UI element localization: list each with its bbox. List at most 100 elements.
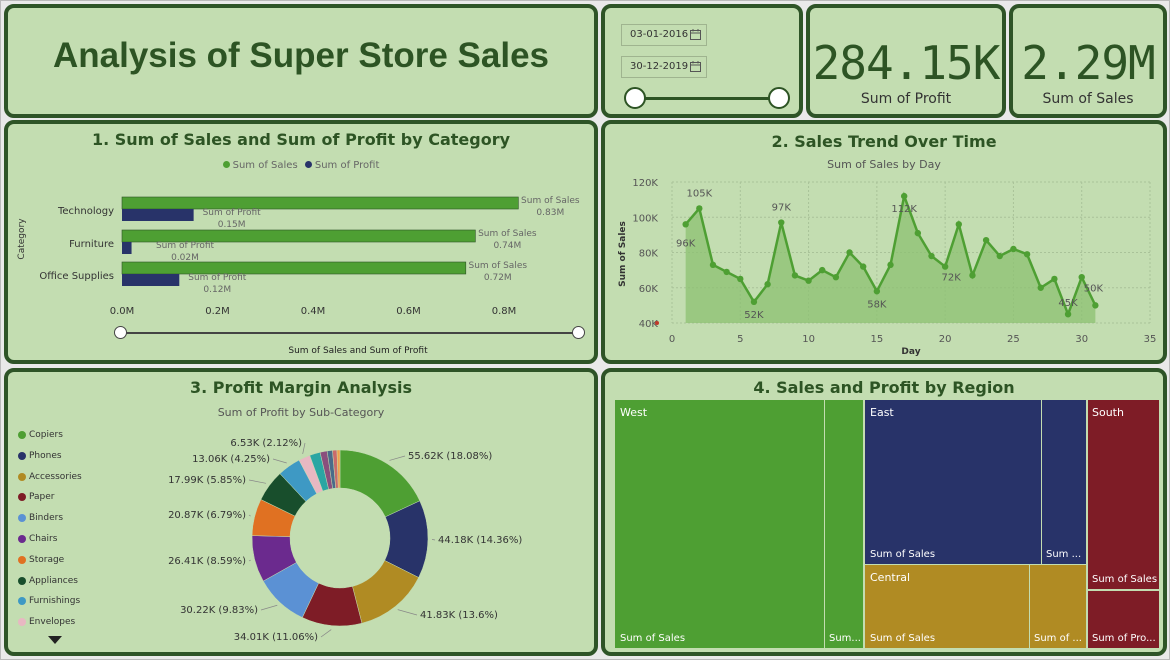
data-label: Sum of Sales: [521, 196, 580, 206]
data-label: 50K: [1084, 283, 1104, 294]
bar-sales: [121, 261, 467, 275]
data-point: [1023, 251, 1031, 258]
treemap-cell-west-sales[interactable]: West Sum of Sales: [615, 400, 825, 648]
data-point: [1037, 284, 1044, 291]
y-axis-title: Sum of Sales: [618, 221, 628, 287]
x-tick-label: 0.8M: [492, 306, 517, 317]
leader-line: [260, 604, 278, 611]
data-label: 34.01K (11.06%): [234, 632, 318, 643]
data-point: [737, 275, 744, 283]
data-point: [1064, 310, 1072, 318]
x-tick-label: 0.4M: [301, 306, 326, 317]
data-point: [928, 252, 935, 260]
data-label: 41.83K (13.6%): [420, 610, 498, 621]
data-point: [819, 266, 826, 274]
leader-line: [431, 539, 436, 541]
data-label: 20.87K (6.79%): [168, 510, 246, 521]
data-label: 0.15M: [218, 220, 246, 230]
value-range-end-handle[interactable]: [572, 326, 585, 339]
category-label: Office Supplies: [39, 271, 114, 282]
bar-sales: [121, 196, 519, 210]
calendar-icon[interactable]: [690, 61, 701, 72]
x-tick-label: 0.6M: [396, 306, 421, 317]
bar-profit: [122, 242, 132, 254]
data-point: [1051, 275, 1058, 283]
marker-dot: [655, 321, 659, 325]
date-range-start-handle[interactable]: [624, 87, 646, 109]
treemap-cell-east-profit[interactable]: Sum ...: [1042, 400, 1086, 564]
data-point: [723, 268, 730, 276]
region-label-west: West: [620, 406, 648, 419]
data-label: 52K: [744, 310, 764, 321]
bar-profit: [122, 274, 180, 286]
cell-measure-label: Sum of Sales: [870, 633, 936, 644]
cell-measure-label: Sum of Sales: [620, 633, 686, 644]
data-point: [709, 261, 717, 269]
data-point: [941, 263, 949, 270]
treemap-cell-central-profit[interactable]: Sum of ...: [1030, 565, 1086, 648]
date-range-end-handle[interactable]: [768, 87, 790, 109]
treemap: West Sum of Sales Sum... East Sum of Sal…: [615, 400, 1159, 648]
x-tick-label: 35: [1144, 334, 1157, 345]
calendar-icon[interactable]: [690, 29, 701, 40]
end-date-input[interactable]: 30-12-2019: [621, 56, 707, 78]
data-point: [900, 192, 908, 200]
treemap-cell-south-sales[interactable]: South Sum of Sales: [1087, 400, 1159, 590]
date-range-track[interactable]: [635, 97, 781, 100]
treemap-cell-west-profit[interactable]: Sum...: [825, 400, 863, 648]
leader-line: [248, 514, 251, 517]
x-tick-label: 15: [870, 334, 883, 345]
data-label: 72K: [941, 273, 961, 284]
kpi-card-sales: 2.29M Sum of Sales: [1009, 4, 1167, 118]
kpi-label: Sum of Sales: [1042, 91, 1134, 107]
data-label: 30.22K (9.83%): [180, 605, 258, 616]
data-point: [832, 273, 840, 281]
data-label: 0.72M: [484, 273, 512, 283]
cell-measure-label: Sum...: [829, 633, 861, 644]
x-tick-label: 20: [939, 334, 952, 345]
treemap-cell-south-profit[interactable]: Sum of Pro...: [1087, 591, 1159, 648]
sales-trend-chart: 40K 60K 80K 100K 120K 0 5 10 15 20 25 30 35 96K 105K 52…: [618, 178, 1157, 357]
x-tick-label: 0.2M: [205, 306, 230, 317]
data-label: 58K: [867, 299, 887, 310]
y-tick-label: 100K: [632, 213, 658, 224]
data-point: [750, 298, 758, 306]
category-label: Furniture: [69, 239, 114, 250]
value-range-track[interactable]: [120, 332, 580, 334]
x-tick-label: 0: [669, 334, 675, 345]
data-label: 45K: [1058, 298, 1078, 309]
data-label: 105K: [686, 188, 712, 199]
data-point: [873, 288, 881, 295]
data-label: 17.99K (5.85%): [168, 475, 246, 486]
treemap-cell-central-sales[interactable]: Central Sum of Sales: [864, 565, 1030, 648]
data-label: 96K: [676, 238, 696, 249]
profit-donut-chart: 55.62K (18.08%) 44.18K (14.36%) 41.83K (13…: [168, 438, 522, 643]
data-point: [1092, 302, 1099, 309]
x-tick-label: 10: [802, 334, 815, 345]
y-axis-title: Category: [17, 218, 27, 260]
kpi-value: 284.15K: [812, 36, 1001, 90]
start-date-input[interactable]: 03-01-2016: [621, 24, 707, 46]
data-point: [955, 221, 962, 228]
data-label: 6.53K (2.12%): [230, 438, 302, 449]
x-tick-label: 0.0M: [110, 306, 135, 317]
end-date-value: 30-12-2019: [630, 61, 689, 72]
data-point: [982, 236, 990, 244]
leader-line: [248, 559, 251, 562]
data-point: [860, 263, 867, 270]
data-label: 44.18K (14.36%): [438, 535, 522, 546]
category-bar-chart: Category Technology Sum of Sales 0.83M Sum o…: [17, 196, 580, 317]
value-range-start-handle[interactable]: [114, 326, 127, 339]
data-label: 0.02M: [171, 253, 199, 263]
cell-measure-label: Sum ...: [1046, 549, 1082, 560]
treemap-cell-east-sales[interactable]: East Sum of Sales: [864, 400, 1042, 564]
y-tick-label: 80K: [639, 249, 659, 260]
data-point: [682, 221, 689, 228]
data-label: Sum of Sales: [469, 261, 528, 271]
leader-line: [272, 458, 287, 464]
data-label: 0.83M: [536, 208, 564, 218]
kpi-value: 2.29M: [1021, 36, 1155, 90]
data-label: 112K: [891, 204, 917, 215]
leader-line: [320, 629, 332, 638]
x-tick-label: 5: [737, 334, 743, 345]
